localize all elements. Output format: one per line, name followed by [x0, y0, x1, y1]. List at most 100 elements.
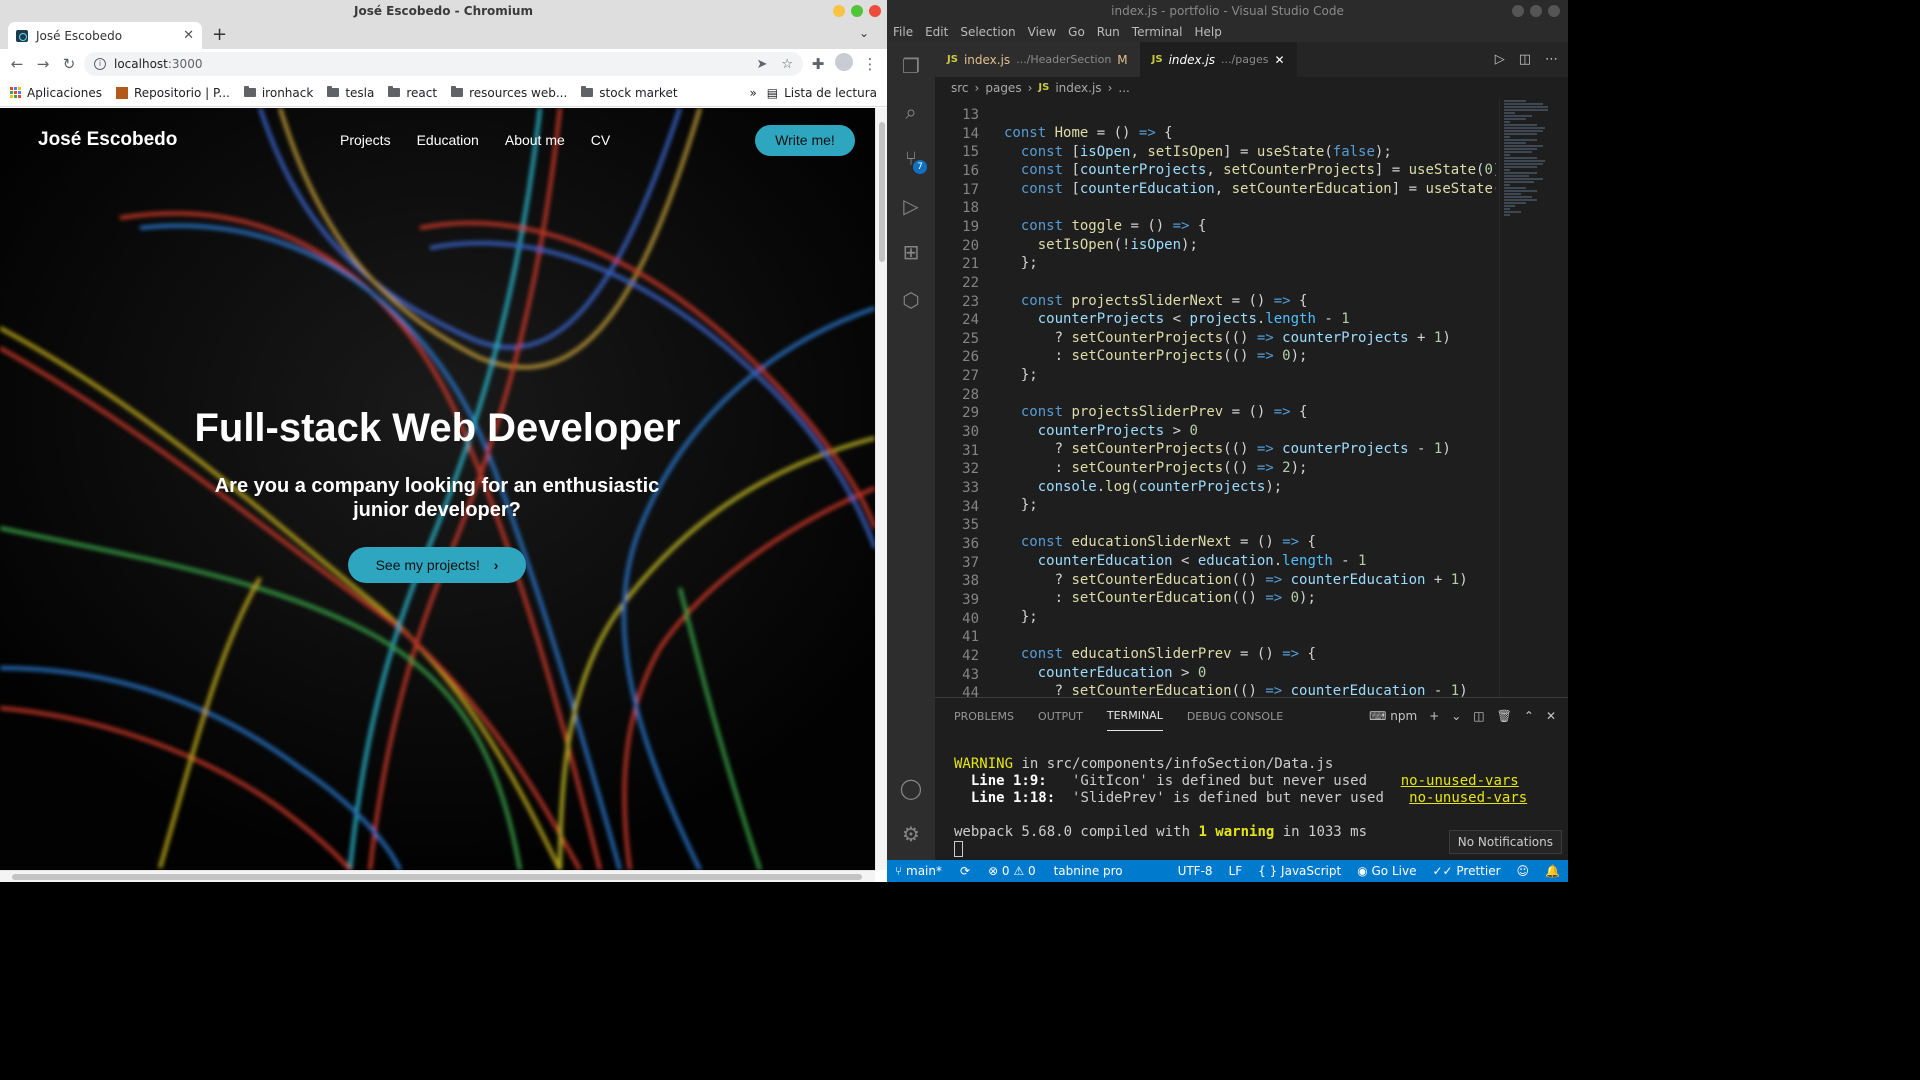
accounts-icon[interactable]: ◯ [899, 776, 923, 800]
site-logo[interactable]: José Escobedo [38, 129, 177, 151]
maximize-panel-icon[interactable]: ⌃ [1524, 709, 1534, 723]
eol-status[interactable]: LF [1229, 860, 1243, 882]
bookmark-repositorio[interactable]: Repositorio | P... [115, 86, 230, 100]
more-actions-icon[interactable]: ⋯ [1545, 52, 1558, 67]
minimap[interactable] [1499, 99, 1555, 697]
bookmark-folder-tesla[interactable]: tesla [327, 86, 374, 100]
trash-icon[interactable]: 🗑 [1497, 709, 1512, 723]
breadcrumb-pages[interactable]: pages [985, 77, 1021, 99]
bookmark-apps[interactable]: Aplicaciones [10, 86, 102, 100]
encoding-status[interactable]: UTF-8 [1178, 860, 1213, 882]
new-terminal-icon[interactable]: + [1429, 709, 1439, 723]
browser-tab[interactable]: José Escobedo ✕ [8, 22, 202, 49]
extensions-icon[interactable]: ⊞ [899, 240, 923, 264]
nav-cv[interactable]: CV [591, 132, 610, 148]
extensions-puzzle-icon[interactable]: ✚ [807, 55, 829, 73]
close-button[interactable] [869, 5, 881, 17]
line-number: 15 [962, 144, 979, 161]
profile-avatar[interactable] [833, 53, 855, 75]
close-button[interactable] [1548, 5, 1560, 17]
menu-view[interactable]: View [1028, 22, 1056, 42]
line-number: 32 [962, 461, 979, 478]
bookmark-folder-ironhack[interactable]: ironhack [243, 86, 313, 100]
run-debug-icon[interactable]: ▷ [899, 194, 923, 218]
bookmark-folder-react[interactable]: react [388, 86, 437, 100]
remote-explorer-icon[interactable]: ⬡ [899, 288, 923, 312]
problems-count[interactable]: ⊗ 0 ⚠ 0 [988, 860, 1036, 882]
terminal-shell-selector[interactable]: ⌨ npm [1369, 709, 1417, 723]
broadcast-icon: ◉ [1357, 864, 1372, 878]
menu-run[interactable]: Run [1097, 22, 1120, 42]
notifications-toast[interactable]: No Notifications [1448, 830, 1562, 854]
maximize-button[interactable] [1530, 5, 1542, 17]
address-bar[interactable]: i localhost:3000 ➤ ☆ [84, 52, 803, 76]
nav-about-me[interactable]: About me [505, 132, 565, 148]
menu-selection[interactable]: Selection [960, 22, 1015, 42]
menu-help[interactable]: Help [1195, 22, 1222, 42]
browser-menu-icon[interactable]: ⋮ [859, 55, 881, 73]
minimize-button[interactable] [1512, 5, 1524, 17]
feedback-icon[interactable]: ☺ [1517, 860, 1530, 882]
bookmark-folder-resources[interactable]: resources web... [451, 86, 567, 100]
menu-file[interactable]: File [893, 22, 913, 42]
split-editor-icon[interactable]: ◫ [1519, 52, 1531, 67]
bookmark-star-icon[interactable]: ☆ [781, 57, 793, 72]
terminal-rule-link[interactable]: no-unused-vars [1409, 790, 1527, 806]
breadcrumb-src[interactable]: src [951, 77, 969, 99]
language-mode[interactable]: { } JavaScript [1258, 860, 1341, 882]
manage-gear-icon[interactable]: ⚙ [899, 822, 923, 846]
split-terminal-icon[interactable]: ◫ [1473, 709, 1484, 723]
tab-output[interactable]: OUTPUT [1038, 710, 1083, 723]
line-number: 40 [962, 610, 979, 627]
search-icon[interactable]: ⌕ [899, 100, 923, 124]
tab-pages-index[interactable]: JS index.js .../pages ✕ [1139, 42, 1297, 77]
page-vertical-scrollbar[interactable] [875, 108, 887, 870]
write-me-button[interactable]: Write me! [755, 125, 855, 156]
code-editor[interactable]: 13 14 15 16 17 18 19 20 21 22 23 24 25 26 27 28 29 30 31 32… [935, 99, 1496, 697]
close-panel-icon[interactable]: ✕ [1546, 709, 1556, 723]
terminal-output[interactable]: WARNING in src/components/infoSection/Da… [954, 756, 1527, 858]
close-tab-icon[interactable]: ✕ [1274, 53, 1284, 67]
notifications-bell-icon[interactable]: 🔔 [1545, 860, 1560, 882]
minimize-button[interactable] [833, 5, 845, 17]
git-branch[interactable]: ⑂ main* [895, 860, 942, 882]
breadcrumb-symbol[interactable]: ... [1118, 77, 1129, 99]
terminal-rule-link[interactable]: no-unused-vars [1401, 773, 1519, 789]
tabnine-status[interactable]: tabnine pro [1054, 860, 1123, 882]
page-horizontal-scrollbar[interactable] [0, 870, 875, 882]
close-tab-icon[interactable]: ✕ [183, 28, 194, 43]
menu-edit[interactable]: Edit [925, 22, 948, 42]
reading-list-button[interactable]: ▤ Lista de lectura [767, 86, 877, 100]
tab-header-index[interactable]: JS index.js .../HeaderSection M [935, 42, 1140, 77]
back-icon[interactable]: ← [6, 55, 28, 73]
vscode-menubar: File Edit Selection View Go Run Terminal… [887, 22, 1568, 42]
portfolio-page: José Escobedo Projects Education About m… [0, 108, 875, 870]
bookmark-folder-stock-market[interactable]: stock market [581, 86, 678, 100]
tab-debug-console[interactable]: DEBUG CONSOLE [1187, 710, 1283, 723]
go-live-button[interactable]: ◉ Go Live [1357, 860, 1416, 882]
sync-icon[interactable]: ⟳ [960, 860, 970, 882]
tab-problems[interactable]: PROBLEMS [954, 710, 1014, 723]
line-number: 28 [962, 386, 979, 403]
send-icon[interactable]: ➤ [756, 57, 767, 72]
breadcrumb-file[interactable]: index.js [1055, 77, 1101, 99]
site-info-icon[interactable]: i [94, 58, 106, 70]
tab-strip: José Escobedo ✕ + ⌄ [0, 22, 887, 49]
menu-terminal[interactable]: Terminal [1132, 22, 1183, 42]
tab-search-chevron-icon[interactable]: ⌄ [859, 26, 869, 40]
menu-go[interactable]: Go [1068, 22, 1085, 42]
see-projects-button[interactable]: See my projects! › [348, 547, 526, 583]
reload-icon[interactable]: ↻ [58, 55, 80, 73]
prettier-status[interactable]: ✓✓ Prettier [1432, 860, 1500, 882]
maximize-button[interactable] [851, 5, 863, 17]
new-tab-icon[interactable]: + [212, 24, 227, 45]
chevron-down-icon[interactable]: ⌄ [1451, 709, 1461, 723]
tab-terminal[interactable]: TERMINAL [1106, 701, 1163, 731]
run-file-icon[interactable]: ▷ [1495, 52, 1505, 67]
nav-education[interactable]: Education [417, 132, 479, 148]
nav-projects[interactable]: Projects [340, 132, 391, 148]
forward-icon[interactable]: → [32, 55, 54, 73]
explorer-files-icon[interactable]: ❐ [899, 54, 923, 78]
bookmarks-overflow-button[interactable]: » [749, 86, 756, 100]
code-line: const Home = () => { [1004, 125, 1173, 141]
